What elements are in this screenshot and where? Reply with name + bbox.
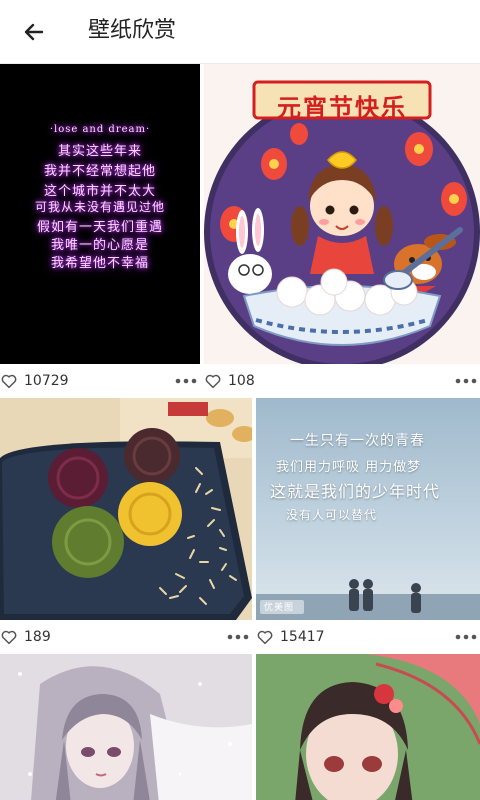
like-count: 10729 bbox=[24, 373, 69, 389]
card-meta: 10729 bbox=[0, 364, 200, 398]
wallpaper-card[interactable]: ·lose and dream· 其实这些年来 我并不经常想起他 这个城市并不太… bbox=[0, 64, 200, 400]
watermark: 优美图 bbox=[264, 603, 295, 613]
wallpaper-thumbnail[interactable]: ·lose and dream· 其实这些年来 我并不经常想起他 这个城市并不太… bbox=[0, 64, 200, 364]
more-options-icon[interactable] bbox=[454, 372, 478, 390]
back-button[interactable] bbox=[14, 12, 54, 52]
mooncake-calligraphy-photo bbox=[0, 398, 252, 620]
card-meta: 15417 bbox=[256, 620, 480, 654]
wallpaper-card[interactable]: 元宵节快乐 108 bbox=[204, 64, 480, 400]
neon-line: 其实这些年来 bbox=[57, 144, 142, 159]
app-bar: 壁纸欣赏 bbox=[0, 0, 480, 64]
heart-icon[interactable] bbox=[0, 372, 18, 390]
arrow-left-icon bbox=[24, 23, 44, 41]
wallpaper-card[interactable] bbox=[0, 654, 252, 800]
neon-line: 我唯一的心愿是 bbox=[50, 238, 149, 253]
wallpaper-thumbnail[interactable]: 元宵节快乐 bbox=[204, 64, 480, 364]
wallpaper-thumbnail[interactable] bbox=[0, 398, 252, 620]
quote-line: 我们用力呼吸 用力做梦 bbox=[276, 460, 422, 475]
neon-line: 可我从未没有遇见过他 bbox=[34, 200, 165, 214]
neon-heading: ·lose and dream· bbox=[49, 124, 151, 135]
neon-line: 我希望他不幸福 bbox=[50, 256, 149, 271]
quote-line: 一生只有一次的青春 bbox=[290, 433, 425, 449]
banner-text: 元宵节快乐 bbox=[277, 93, 407, 122]
like-count: 108 bbox=[228, 373, 255, 389]
neon-line: 假如有一天我们重遇 bbox=[36, 220, 163, 235]
like-count: 15417 bbox=[280, 629, 325, 645]
neon-line: 这个城市并不太大 bbox=[43, 184, 156, 199]
heart-icon[interactable] bbox=[204, 372, 222, 390]
neon-line: 我并不经常想起他 bbox=[43, 164, 156, 179]
quote-line: 没有人可以替代 bbox=[286, 508, 378, 522]
heart-icon[interactable] bbox=[256, 628, 274, 646]
anime-girl-snow bbox=[0, 654, 252, 800]
more-options-icon[interactable] bbox=[454, 628, 478, 646]
heart-icon[interactable] bbox=[0, 628, 18, 646]
card-meta: 189 bbox=[0, 620, 252, 654]
wallpaper-card[interactable]: 一生只有一次的青春 我们用力呼吸 用力做梦 这就是我们的少年时代 没有人可以替代… bbox=[256, 398, 480, 654]
page-title: 壁纸欣赏 bbox=[88, 18, 177, 43]
like-count: 189 bbox=[24, 629, 51, 645]
wallpaper-thumbnail[interactable] bbox=[0, 654, 252, 800]
more-options-icon[interactable] bbox=[226, 628, 250, 646]
wallpaper-card[interactable]: 189 bbox=[0, 398, 252, 654]
wallpaper-thumbnail[interactable]: 一生只有一次的青春 我们用力呼吸 用力做梦 这就是我们的少年时代 没有人可以替代… bbox=[256, 398, 480, 620]
wallpaper-thumbnail[interactable] bbox=[256, 654, 480, 800]
quote-line: 这就是我们的少年时代 bbox=[270, 482, 441, 501]
card-meta: 108 bbox=[204, 364, 480, 398]
anime-girl-umbrella bbox=[256, 654, 480, 800]
wallpaper-card[interactable] bbox=[256, 654, 480, 800]
wallpaper-grid[interactable]: ·lose and dream· 其实这些年来 我并不经常想起他 这个城市并不太… bbox=[0, 64, 480, 800]
more-options-icon[interactable] bbox=[174, 372, 198, 390]
